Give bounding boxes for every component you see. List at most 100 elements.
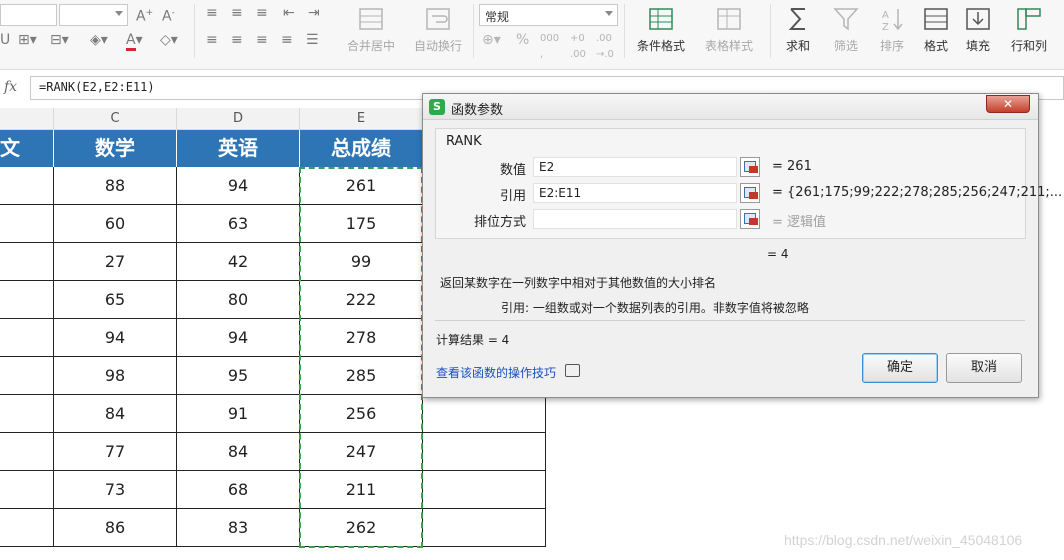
indent-increase-icon[interactable]: ⇥ [308, 5, 320, 21]
table-cell-E[interactable]: 222 [300, 281, 423, 319]
align-top-icon[interactable]: ≡ [206, 5, 218, 21]
column-header-E[interactable]: E [300, 108, 423, 130]
table-cell-E[interactable]: 211 [300, 471, 423, 509]
filter-icon [833, 8, 859, 31]
eraser-icon[interactable]: ◇▾ [160, 32, 178, 48]
distribute-icon[interactable]: ☰ [306, 32, 319, 48]
video-tutorial-icon[interactable] [565, 364, 580, 377]
table-cell-D[interactable]: 94 [177, 167, 300, 205]
percent-icon[interactable]: % [516, 32, 529, 48]
table-cell-E[interactable]: 256 [300, 395, 423, 433]
param-input-ref[interactable]: E2:E11 [533, 183, 737, 203]
spreadsheet-app-icon: S [429, 99, 445, 115]
font-family-combo[interactable] [0, 4, 57, 26]
fill-color-icon[interactable]: ◈▾ [90, 32, 108, 48]
decrease-decimal-icon[interactable]: .00 →.0 [596, 31, 614, 63]
table-cell-D[interactable]: 80 [177, 281, 300, 319]
table-cell[interactable] [0, 395, 54, 433]
header-cell-english[interactable]: 英语 [177, 130, 300, 167]
table-cell[interactable] [0, 471, 54, 509]
param-value-ref: E2:E11 [539, 186, 582, 200]
table-cell[interactable] [0, 319, 54, 357]
table-cell[interactable] [0, 243, 54, 281]
font-color-icon[interactable]: A▾ [126, 32, 143, 51]
table-cell-D[interactable]: 83 [177, 509, 300, 547]
increase-font-icon[interactable]: A+ [136, 5, 153, 25]
column-header-C[interactable]: C [54, 108, 177, 130]
currency-icon[interactable]: ⊕▾ [482, 32, 501, 48]
param-input-order[interactable] [533, 209, 737, 229]
align-left-icon[interactable]: ≡ [206, 32, 218, 48]
column-header-B[interactable] [0, 108, 54, 130]
table-cell[interactable] [423, 471, 546, 509]
increase-decimal-icon[interactable]: +0.00 [570, 31, 586, 63]
rows-cols-button[interactable]: 行和列 [998, 4, 1060, 56]
table-cell-D[interactable]: 95 [177, 357, 300, 395]
table-cell-E[interactable]: 262 [300, 509, 423, 547]
table-cell-E[interactable]: 99 [300, 243, 423, 281]
range-picker-icon[interactable] [740, 183, 760, 203]
table-cell-E[interactable]: 261 [300, 167, 423, 205]
header-cell-chinese[interactable]: 文 [0, 130, 54, 167]
function-arguments-dialog: S 函数参数 ✕ RANK 数值 E2 = 261 引用 E2:E11 = {2… [422, 93, 1062, 398]
table-cell[interactable] [0, 357, 54, 395]
table-cell-D[interactable]: 68 [177, 471, 300, 509]
indent-decrease-icon[interactable]: ⇤ [283, 5, 295, 21]
range-picker-icon[interactable] [740, 157, 760, 177]
header-cell-total[interactable]: 总成绩 [300, 130, 423, 167]
conditional-format-button[interactable]: 条件格式 [628, 4, 694, 56]
table-cell-D[interactable]: 84 [177, 433, 300, 471]
param-input-number[interactable]: E2 [533, 157, 737, 177]
table-cell-C[interactable]: 86 [54, 509, 177, 547]
table-cell[interactable] [0, 167, 54, 205]
auto-wrap-button[interactable]: 自动换行 [405, 4, 471, 56]
table-cell-C[interactable]: 27 [54, 243, 177, 281]
align-center-icon[interactable]: ≡ [231, 32, 243, 48]
table-cell[interactable] [0, 205, 54, 243]
column-header-D[interactable]: D [177, 108, 300, 130]
table-cell[interactable] [423, 395, 546, 433]
justify-icon[interactable]: ≡ [281, 32, 293, 48]
table-cell-C[interactable]: 84 [54, 395, 177, 433]
table-cell[interactable] [423, 433, 546, 471]
table-cell-E[interactable]: 175 [300, 205, 423, 243]
table-cell-C[interactable]: 77 [54, 433, 177, 471]
table-cell-E[interactable]: 278 [300, 319, 423, 357]
table-cell[interactable] [0, 433, 54, 471]
dialog-titlebar[interactable]: S 函数参数 ✕ [423, 94, 1038, 120]
align-middle-icon[interactable]: ≡ [231, 5, 243, 21]
table-cell-C[interactable]: 60 [54, 205, 177, 243]
cancel-button[interactable]: 取消 [946, 353, 1022, 383]
align-bottom-icon[interactable]: ≡ [256, 5, 268, 21]
border-icon[interactable]: ⊞▾ [18, 32, 37, 48]
table-cell[interactable] [423, 509, 546, 547]
table-cell-C[interactable]: 73 [54, 471, 177, 509]
decrease-font-icon[interactable]: A- [162, 5, 175, 25]
table-cell-C[interactable]: 88 [54, 167, 177, 205]
ok-button[interactable]: 确定 [862, 353, 938, 383]
range-picker-icon[interactable] [740, 209, 760, 229]
fx-icon[interactable]: fx [4, 79, 17, 95]
table-cell-E[interactable]: 285 [300, 357, 423, 395]
table-cell-C[interactable]: 94 [54, 319, 177, 357]
underline-icon[interactable]: U [0, 32, 10, 48]
help-link[interactable]: 查看该函数的操作技巧 [436, 364, 556, 381]
font-size-combo[interactable] [59, 4, 128, 26]
table-cell-E[interactable]: 247 [300, 433, 423, 471]
align-right-icon[interactable]: ≡ [256, 32, 268, 48]
table-cell-D[interactable]: 94 [177, 319, 300, 357]
close-icon[interactable]: ✕ [986, 95, 1030, 113]
table-cell-D[interactable]: 42 [177, 243, 300, 281]
table-cell-D[interactable]: 91 [177, 395, 300, 433]
header-cell-math[interactable]: 数学 [54, 130, 177, 167]
merge-center-button[interactable]: 合并居中 [338, 4, 404, 56]
table-cell[interactable] [0, 509, 54, 547]
table-cell-C[interactable]: 65 [54, 281, 177, 319]
table-cell-C[interactable]: 98 [54, 357, 177, 395]
number-format-combo[interactable]: 常规 [479, 4, 618, 26]
cell-fill-icon[interactable]: ⊟▾ [50, 32, 69, 48]
table-cell-D[interactable]: 63 [177, 205, 300, 243]
table-style-button[interactable]: 表格样式 [696, 4, 762, 56]
table-cell[interactable] [0, 281, 54, 319]
thousands-icon[interactable]: 000, [540, 31, 559, 63]
